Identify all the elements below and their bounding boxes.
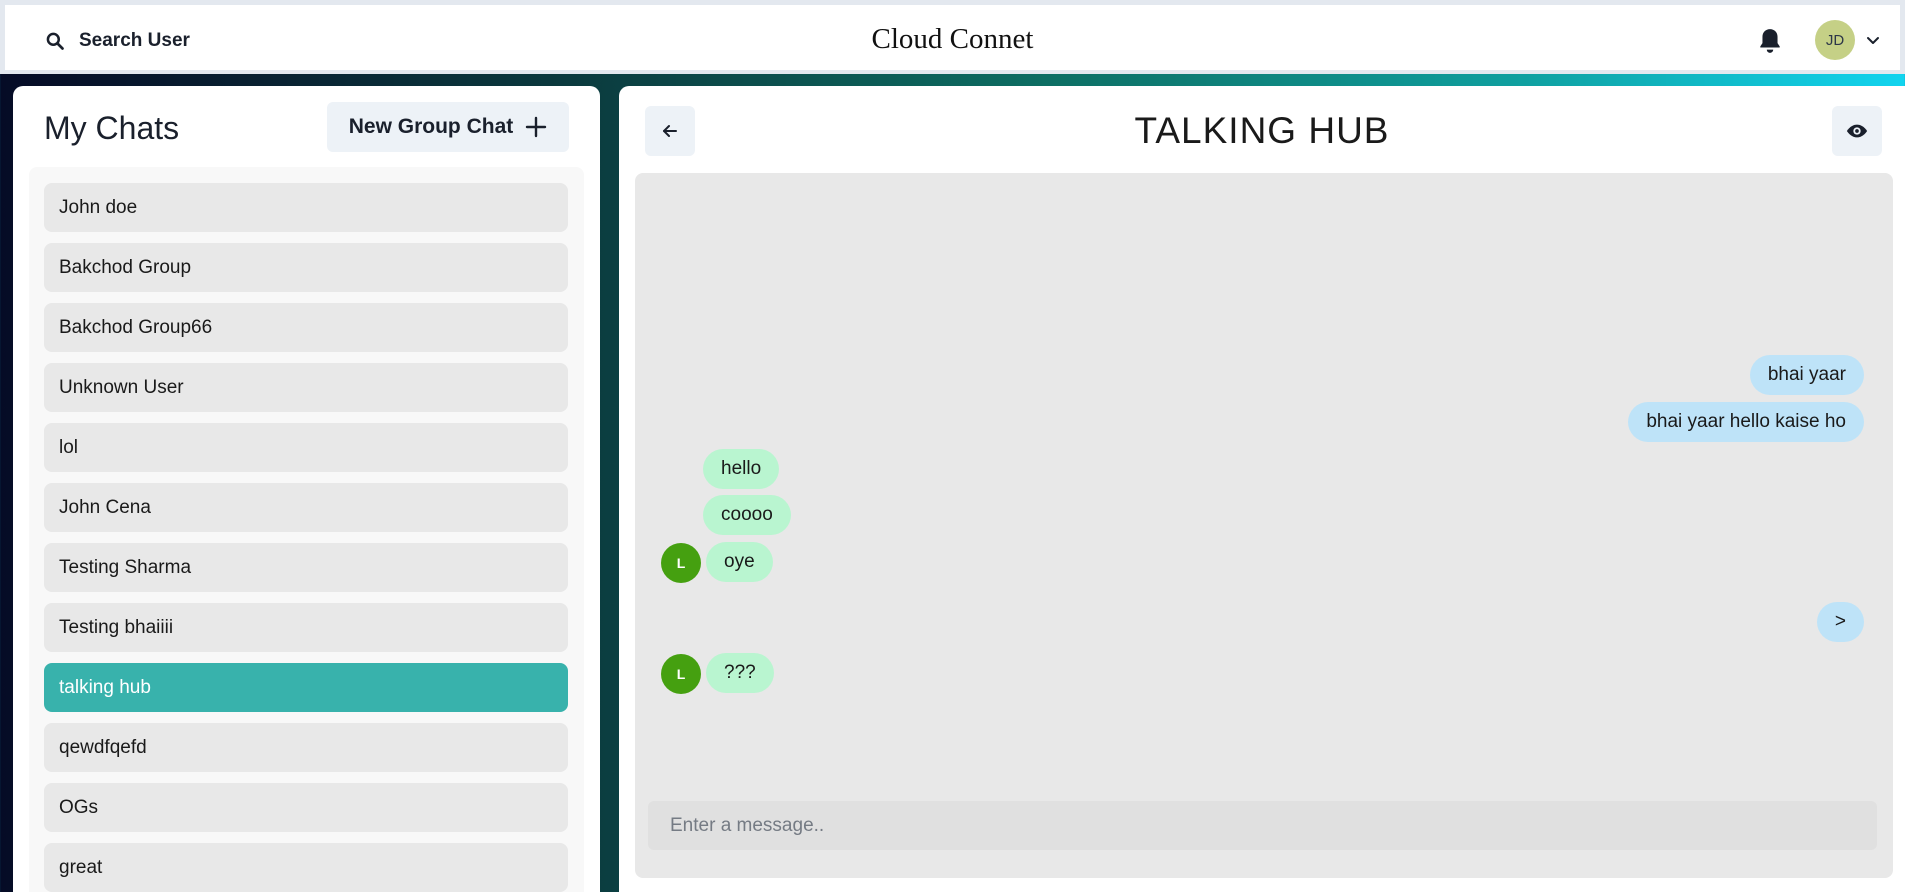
eye-icon xyxy=(1846,124,1868,138)
chat-list-item[interactable]: great xyxy=(44,843,568,892)
received-message: hello xyxy=(703,449,780,489)
chevron-down-icon xyxy=(1867,37,1879,44)
chat-list-item[interactable]: lol xyxy=(44,423,568,472)
chat-panel: TALKING HUB bhai yaar bhai yaar hello kai… xyxy=(619,86,1905,892)
my-chats-panel: My Chats New Group Chat John doe Bakchod … xyxy=(13,86,600,892)
chat-list-item[interactable]: Unknown User xyxy=(44,363,568,412)
new-group-chat-label: New Group Chat xyxy=(348,115,514,138)
chat-list-item[interactable]: qewdfqefd xyxy=(44,723,568,772)
chat-list-item[interactable]: talking hub xyxy=(44,663,568,712)
chat-list-item[interactable]: John Cena xyxy=(44,483,568,532)
chat-list-item[interactable]: Testing bhaiiii xyxy=(44,603,568,652)
view-details-button[interactable] xyxy=(1832,106,1882,156)
chat-list-item[interactable]: Testing Sharma xyxy=(44,543,568,592)
chat-list-item[interactable]: Bakchod Group66 xyxy=(44,303,568,352)
profile-menu-button[interactable]: JD xyxy=(1815,20,1881,60)
chat-list-item[interactable]: Bakchod Group xyxy=(44,243,568,292)
chat-list-item[interactable]: John doe xyxy=(44,183,568,232)
chat-list: John doe Bakchod Group Bakchod Group66 Unkn… xyxy=(29,167,584,892)
bell-icon[interactable] xyxy=(1757,27,1783,55)
top-bar: Search User Cloud Connet JD xyxy=(0,0,1905,74)
sender-avatar[interactable]: L xyxy=(661,543,701,583)
received-message: coooo xyxy=(703,495,791,535)
avatar: JD xyxy=(1815,20,1855,60)
sent-message: > xyxy=(1816,602,1864,642)
chat-title: TALKING HUB xyxy=(1134,110,1390,151)
chat-list-item[interactable]: OGs xyxy=(44,783,568,832)
sent-message: bhai yaar xyxy=(1749,355,1864,395)
new-group-chat-button[interactable]: New Group Chat xyxy=(327,102,569,152)
received-message: ??? xyxy=(706,653,774,693)
received-message: oye xyxy=(706,542,773,582)
sender-avatar[interactable]: L xyxy=(661,654,701,694)
app-title: Cloud Connet xyxy=(871,23,1034,55)
plus-icon xyxy=(526,116,547,138)
messages-area: bhai yaar bhai yaar hello kaise ho hello co… xyxy=(635,173,1893,878)
sent-message: bhai yaar hello kaise ho xyxy=(1628,402,1864,442)
message-input[interactable] xyxy=(648,801,1877,850)
my-chats-title: My Chats xyxy=(44,110,180,146)
